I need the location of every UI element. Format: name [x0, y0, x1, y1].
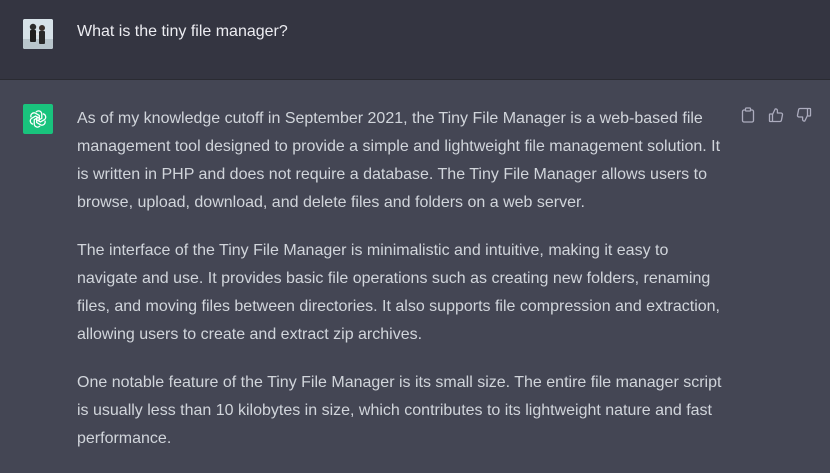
user-photo-icon — [23, 19, 53, 49]
message-paragraph: The interface of the Tiny File Manager i… — [77, 242, 720, 343]
message-paragraph: One notable feature of the Tiny File Man… — [77, 374, 722, 447]
thumbs-up-icon — [768, 108, 784, 123]
message-paragraph: As of my knowledge cutoff in September 2… — [77, 110, 721, 211]
openai-logo-icon — [29, 110, 47, 128]
thumbs-down-icon — [796, 107, 812, 122]
assistant-message-text: As of my knowledge cutoff in September 2… — [77, 105, 732, 473]
thumbs-down-button[interactable] — [796, 107, 812, 123]
user-message-row: What is the tiny file manager? — [0, 0, 830, 80]
user-message-text: What is the tiny file manager? — [77, 23, 288, 40]
copy-icon — [741, 107, 755, 123]
user-avatar — [23, 19, 53, 49]
copy-button[interactable] — [740, 107, 756, 123]
message-actions — [740, 107, 812, 123]
assistant-avatar — [23, 104, 53, 134]
thumbs-up-button[interactable] — [768, 107, 784, 123]
assistant-message-row: As of my knowledge cutoff in September 2… — [0, 80, 830, 460]
